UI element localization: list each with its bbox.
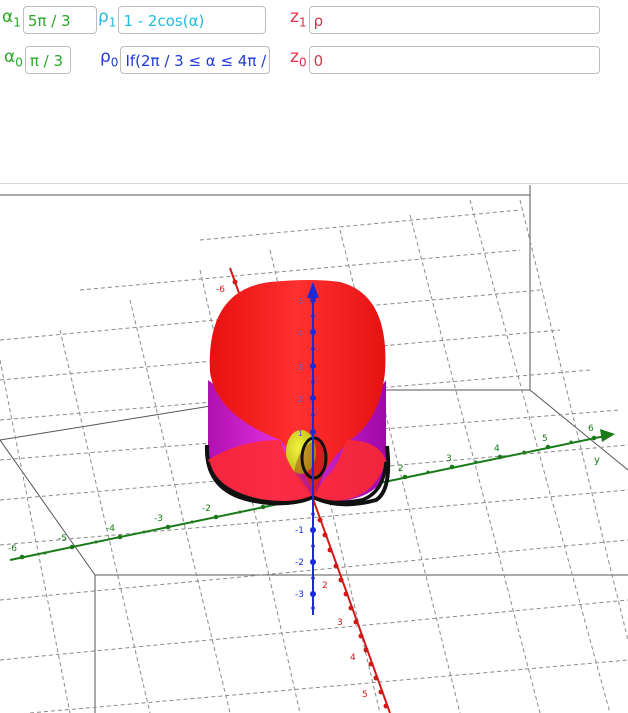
- z-tick-label: 1: [298, 429, 303, 438]
- z-tick-label: 3: [298, 363, 303, 372]
- y-tick-label: 2: [398, 464, 404, 474]
- z-tick-label: 2: [298, 395, 303, 404]
- rho1-label: ρ1: [98, 7, 117, 30]
- graphics-3d-view[interactable]: -6 2 3 4 5 -6 -5 -4 -3 -2 -1 2 3 4 5 6 y…: [0, 184, 628, 713]
- z0-field: z0 0: [290, 46, 600, 74]
- z-tick-label: -3: [295, 590, 304, 600]
- alpha1-field: α1 5π / 3: [2, 6, 97, 34]
- rho0-input[interactable]: If(2π / 3 ≤ α ≤ 4π /: [120, 46, 271, 74]
- z1-input[interactable]: ρ: [308, 6, 600, 34]
- alpha0-input[interactable]: π / 3: [24, 46, 71, 74]
- y-tick-label: -4: [106, 524, 115, 534]
- surface-3d: [204, 280, 391, 507]
- rho0-label: ρ0: [100, 47, 119, 70]
- x-tick-label: -6: [216, 285, 225, 295]
- z-tick-label: 5: [298, 297, 303, 306]
- x-tick-label: 3: [337, 618, 343, 628]
- x-tick-label: 4: [350, 653, 356, 663]
- y-tick-label: -2: [202, 504, 211, 514]
- rho1-input[interactable]: 1 - 2cos(α): [118, 6, 267, 34]
- z1-field: z1 ρ: [290, 6, 600, 34]
- z-tick-label: 4: [298, 329, 303, 338]
- z-tick-label: -1: [295, 526, 304, 536]
- rho1-field: ρ1 1 - 2cos(α): [98, 6, 267, 34]
- y-tick-label: 6: [588, 424, 594, 434]
- y-tick-label: 3: [446, 454, 452, 464]
- y-tick-label: 5: [542, 434, 548, 444]
- alpha0-field: α0 π / 3: [4, 46, 71, 74]
- input-panel: α1 5π / 3 ρ1 1 - 2cos(α) z1 ρ α0 π / 3 ρ…: [0, 0, 628, 184]
- graphics-3d-canvas[interactable]: -6 2 3 4 5 -6 -5 -4 -3 -2 -1 2 3 4 5 6 y…: [0, 184, 628, 713]
- z0-label: z0: [290, 47, 307, 70]
- y-axis-label: y: [594, 455, 600, 466]
- x-tick-label: 5: [362, 690, 368, 700]
- z1-label: z1: [290, 7, 307, 30]
- rho0-field: ρ0 If(2π / 3 ≤ α ≤ 4π /: [100, 46, 271, 74]
- y-axis-arrow-icon: [600, 429, 615, 442]
- alpha1-label: α1: [2, 7, 21, 30]
- y-tick-label: -3: [154, 514, 163, 524]
- y-tick-label: -5: [58, 534, 67, 544]
- y-tick-label: -6: [8, 544, 17, 554]
- z-tick-label: -2: [295, 558, 304, 568]
- alpha1-input[interactable]: 5π / 3: [22, 6, 97, 34]
- alpha0-label: α0: [4, 47, 23, 70]
- x-tick-label: 2: [322, 581, 328, 591]
- y-tick-label: 4: [494, 444, 500, 454]
- z0-input[interactable]: 0: [308, 46, 600, 74]
